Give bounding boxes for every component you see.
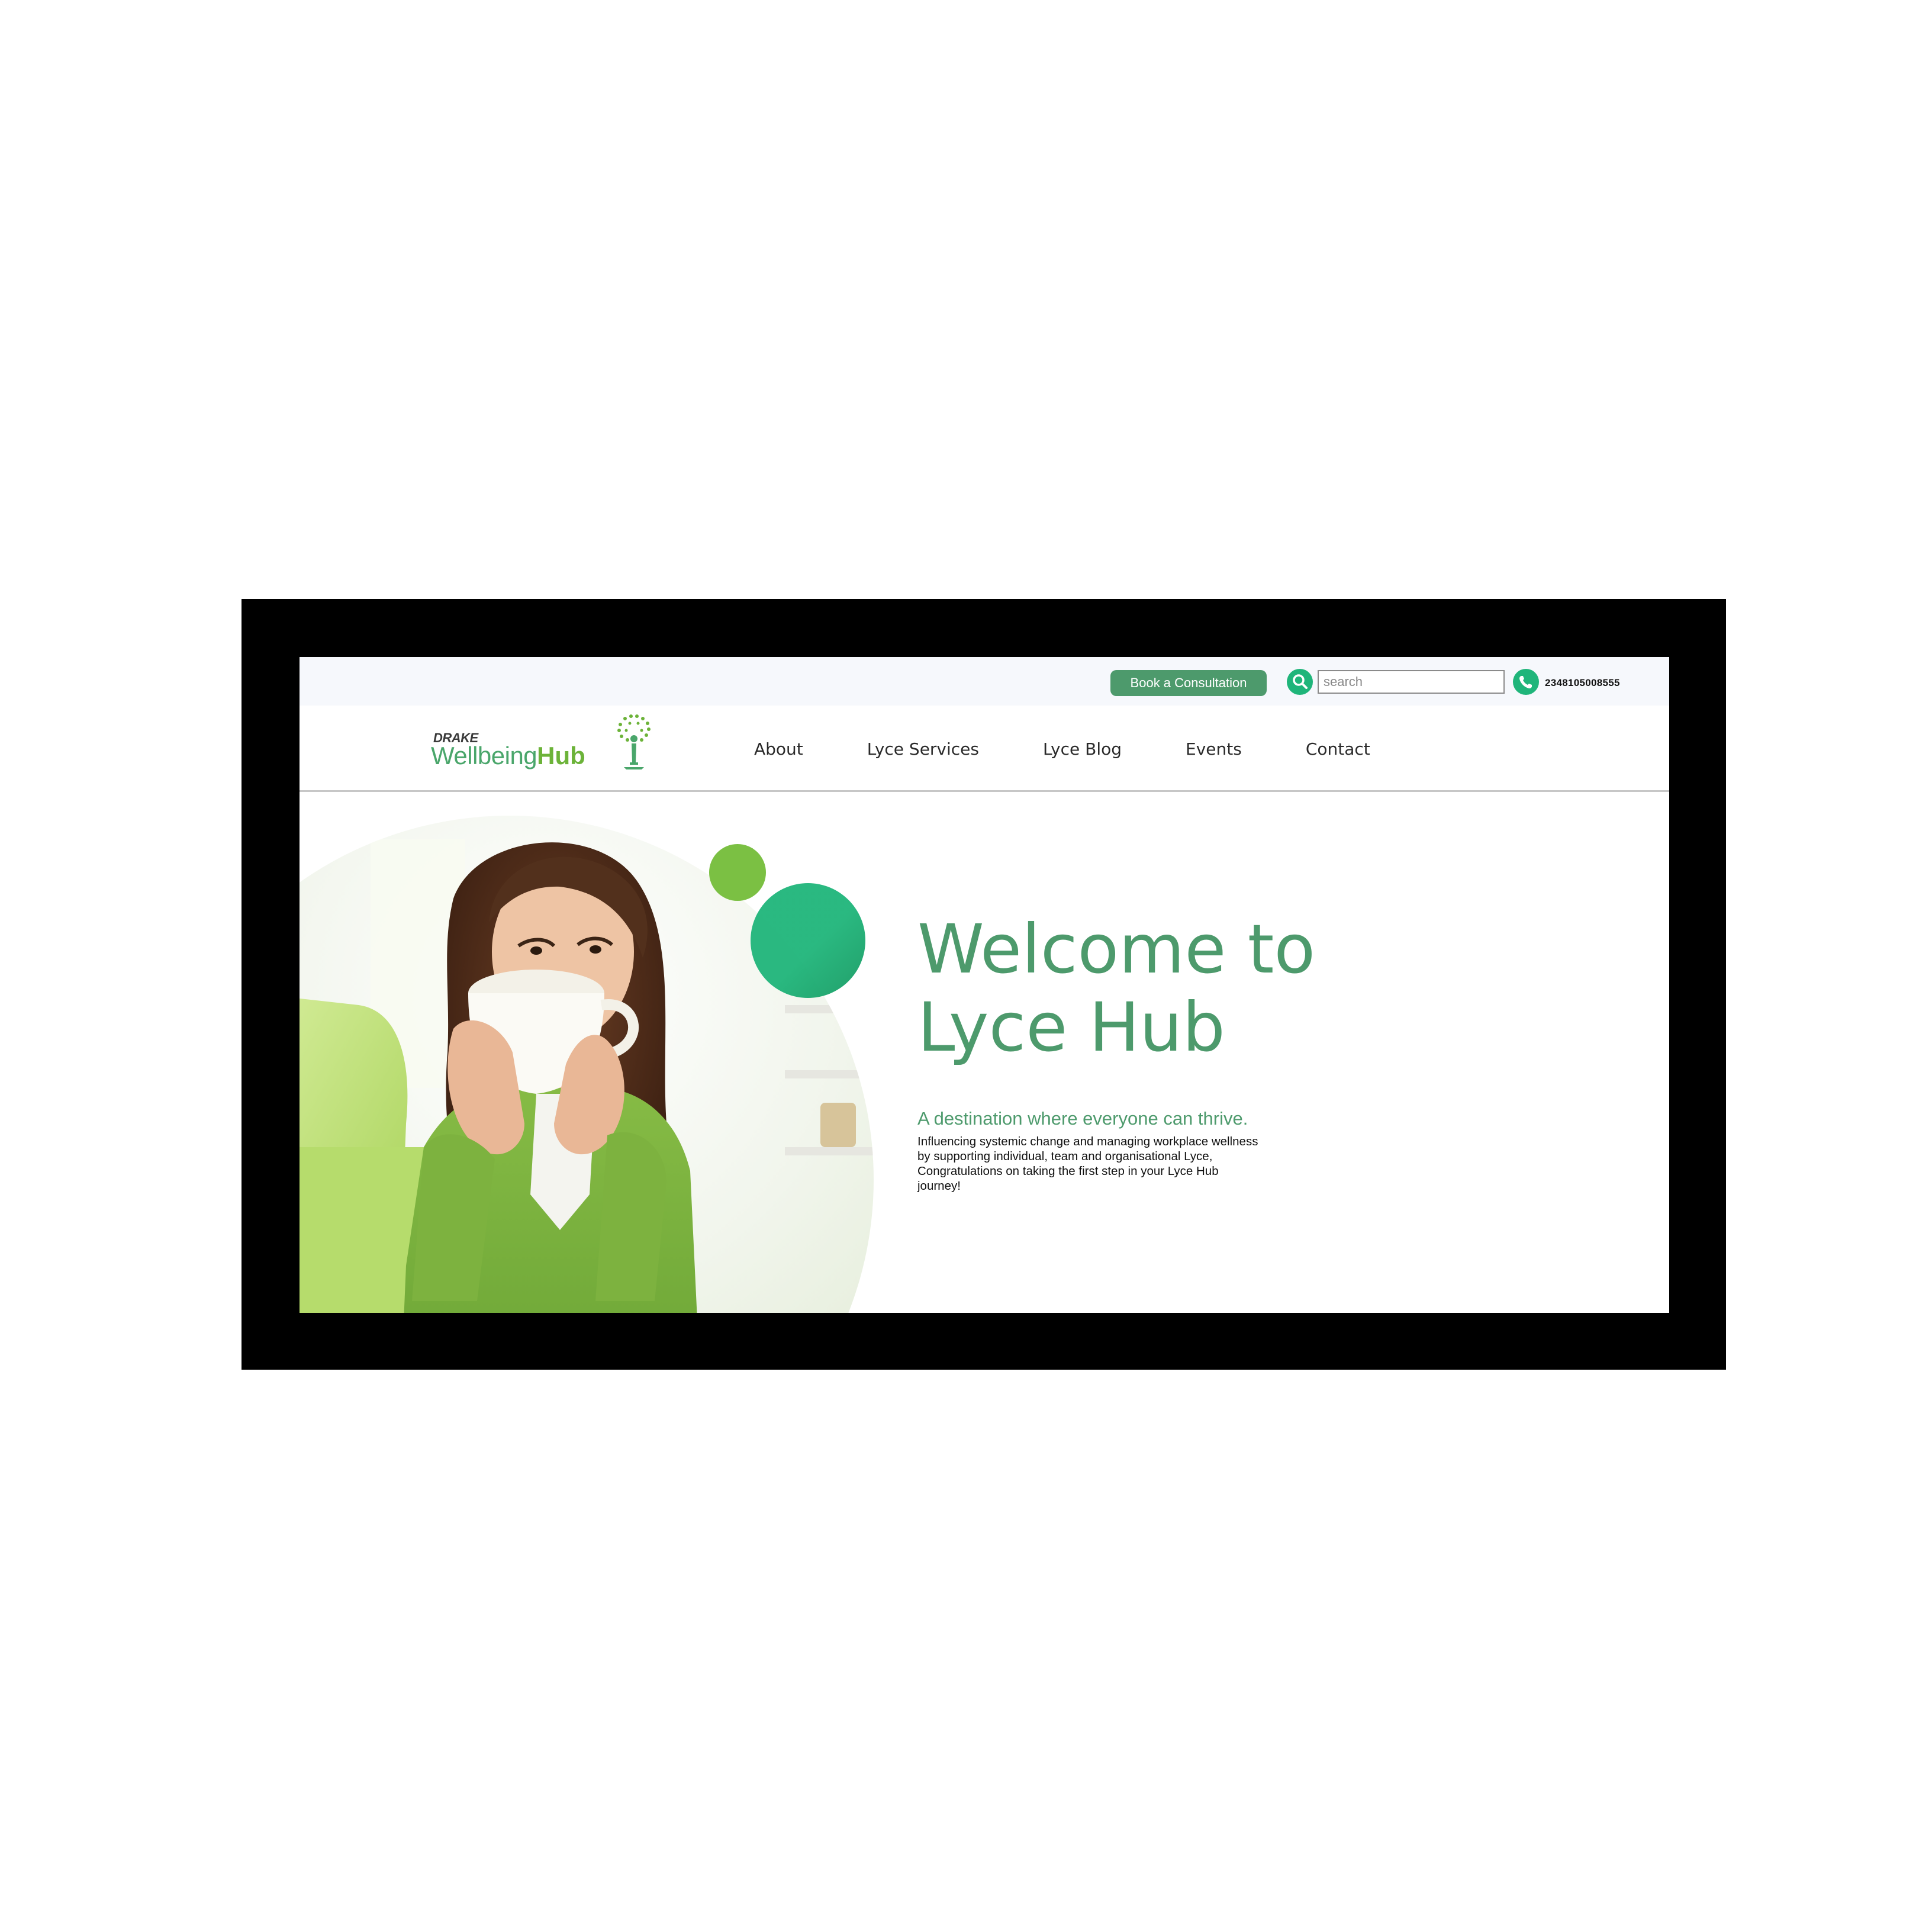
browser-viewport: Book a Consultation 2348105008555 bbox=[300, 657, 1669, 1313]
nav-menu: About Lyce Services Lyce Blog Events Con… bbox=[754, 706, 1434, 792]
hero-subtitle: A destination where everyone can thrive. bbox=[917, 1108, 1248, 1129]
book-consultation-button[interactable]: Book a Consultation bbox=[1110, 670, 1267, 696]
screenshot-frame: Book a Consultation 2348105008555 bbox=[242, 599, 1726, 1370]
logo-wordmark: WellbeingHub bbox=[431, 742, 585, 769]
search-icon[interactable] bbox=[1287, 669, 1313, 695]
logo-name-part2: Hub bbox=[537, 742, 585, 769]
utility-bar: Book a Consultation 2348105008555 bbox=[300, 657, 1669, 706]
site-logo[interactable]: DRAKE WellbeingHub bbox=[430, 713, 661, 778]
tree-icon bbox=[617, 714, 651, 769]
hero-section: Welcome to Lyce Hub A destination where … bbox=[300, 792, 1669, 1313]
nav-item-about[interactable]: About bbox=[754, 739, 803, 759]
main-navigation: DRAKE WellbeingHub About Lyce Services L… bbox=[300, 706, 1669, 792]
nav-item-lyce-blog[interactable]: Lyce Blog bbox=[1043, 739, 1122, 759]
decorative-dot-small bbox=[709, 844, 766, 901]
nav-item-lyce-services[interactable]: Lyce Services bbox=[867, 739, 979, 759]
hero-title: Welcome to Lyce Hub bbox=[917, 910, 1316, 1067]
page-canvas: Book a Consultation 2348105008555 bbox=[0, 0, 1932, 1932]
nav-item-events[interactable]: Events bbox=[1186, 739, 1242, 759]
nav-item-contact[interactable]: Contact bbox=[1306, 739, 1370, 759]
logo-name-part1: Wellbeing bbox=[431, 742, 537, 769]
decorative-dot-large bbox=[751, 883, 865, 998]
phone-icon[interactable] bbox=[1513, 669, 1539, 695]
search-input[interactable] bbox=[1318, 670, 1505, 694]
phone-number[interactable]: 2348105008555 bbox=[1545, 677, 1620, 689]
hero-description: Influencing systemic change and managing… bbox=[917, 1135, 1258, 1193]
